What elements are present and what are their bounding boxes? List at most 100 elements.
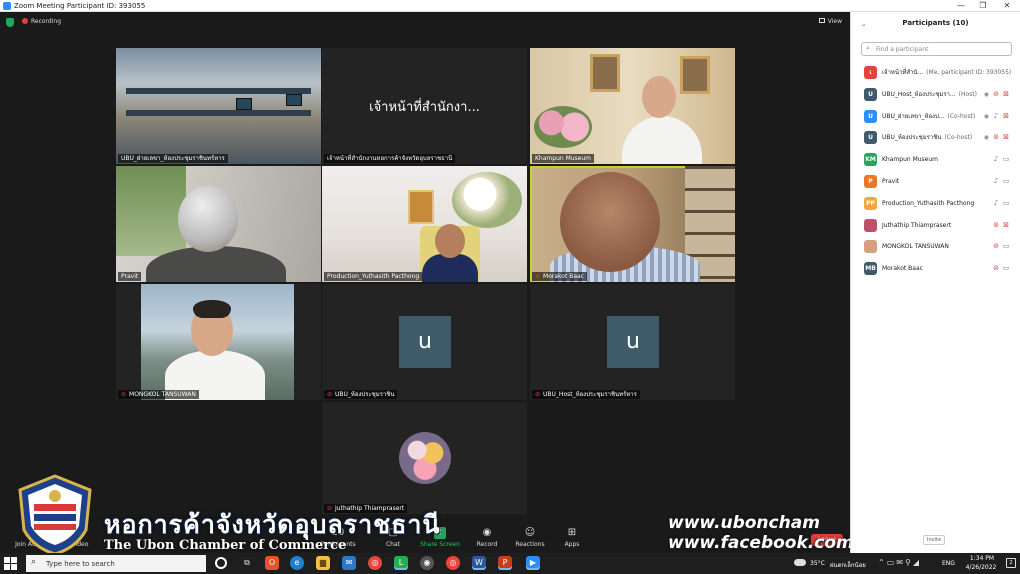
windows-start-icon[interactable]	[4, 557, 18, 570]
edge-browser-icon[interactable]: e	[290, 556, 304, 570]
video-tile-khampun-museum[interactable]: Khampun Museum	[530, 48, 735, 164]
video-tile-juthathip[interactable]: ⊘ Juthathip Thiamprasert	[322, 402, 527, 514]
video-tile-mongkol[interactable]: ⊘ MONGKOL TANSUWAN	[116, 284, 321, 400]
windows-taskbar: ⌕ ⧉ O e ▆ ✉ ◎ L ◉ ◎ W P ▶ 35°C ฝนตกเล็กน…	[0, 553, 1020, 574]
avatar: KM	[864, 153, 877, 167]
participant-search[interactable]: ⌕	[861, 42, 1012, 56]
avatar: เ	[864, 66, 877, 79]
apps-grid-icon: ⊞	[567, 527, 577, 538]
mail-icon[interactable]: ✉	[342, 556, 356, 570]
weather-temperature[interactable]: 35°C	[810, 560, 825, 567]
window-title-bar: Zoom Meeting Participant ID: 393055 — ❐ …	[0, 0, 1020, 12]
tray-system-icons[interactable]: ⌃▭✉⚲◢	[878, 558, 921, 567]
file-explorer-icon[interactable]: ▆	[316, 556, 330, 570]
zoom-taskbar-icon[interactable]: ▶	[526, 556, 540, 570]
participant-status-icons: ◉ ♪ ⊠	[984, 111, 1011, 122]
participant-list-item[interactable]: MONGKOL TANSUWAN ⊘ ▭	[851, 236, 1020, 258]
participant-name-text: UBU_ห้องประชุมราชิน	[882, 134, 942, 142]
weather-condition: ฝนตกเล็กน้อย	[830, 562, 866, 569]
restore-button[interactable]: ❐	[972, 0, 994, 12]
participant-name-label: Khampun Museum	[532, 154, 595, 163]
avatar: u	[607, 316, 659, 368]
participant-name: MONGKOL TANSUWAN	[882, 242, 949, 251]
participant-name: Khampun Museum	[882, 155, 938, 164]
taskbar-search[interactable]: ⌕	[26, 555, 206, 572]
clock-date[interactable]: 4/26/2022	[961, 564, 1001, 571]
input-language[interactable]: ENG	[942, 560, 955, 567]
mic-muted-icon: ⊘	[327, 391, 333, 398]
office-app-icon[interactable]: O	[265, 556, 279, 570]
minimize-button[interactable]: —	[950, 0, 972, 12]
participant-list-item[interactable]: MB Morakot Baac ⊘ ▭	[851, 258, 1020, 280]
chrome-profile-icon[interactable]: ◉	[420, 556, 434, 570]
video-frame-detail	[680, 56, 710, 94]
cortana-icon[interactable]	[215, 557, 227, 569]
mic-muted-icon: ⊘	[121, 391, 127, 398]
gallery-grid-icon	[818, 18, 825, 23]
powerpoint-icon[interactable]: P	[498, 556, 512, 570]
participant-list-item[interactable]: เ เจ้าหน้าที่สำนั... (Me, participant ID: …	[851, 62, 1020, 84]
avatar: U	[864, 131, 877, 145]
mic-muted-icon: ⊘	[993, 264, 999, 273]
clock-time[interactable]: 1:34 PM	[965, 555, 999, 562]
participant-name-text: เจ้าหน้าที่สำนั...	[882, 69, 924, 76]
chrome-icon[interactable]: ◎	[368, 556, 382, 570]
participant-list-item[interactable]: PP Production_Yuthasith Pacthong ♪ ▭	[851, 193, 1020, 215]
view-button[interactable]: View	[818, 17, 842, 27]
video-tile-ubu-host[interactable]: u ⊘ UBU_Host_ห้องประชุมราชินทร์หาร	[530, 284, 735, 400]
participant-name: Morakot Baac	[882, 264, 923, 273]
avatar	[864, 218, 877, 232]
video-tile-pravit[interactable]: Pravit	[116, 166, 321, 282]
search-icon: ⌕	[866, 44, 870, 52]
participant-role: (Host)	[958, 90, 977, 98]
participant-name: Production_Yuthasith Pacthong	[882, 199, 974, 208]
invite-button[interactable]: Invite	[923, 535, 946, 545]
facebook-url: www.facebook.com/	[668, 533, 860, 553]
recording-dot-icon	[22, 18, 28, 24]
participant-list-item[interactable]: U UBU_ห้องประชุมราชิน (Co-host) ◉ ⊘ ⊠	[851, 127, 1020, 149]
video-frame-detail	[236, 98, 252, 110]
participant-list-item[interactable]: P Pravit ♪ ▭	[851, 171, 1020, 193]
participant-name: UBU_ฝ่ายเลขา_ห้องป... (Co-host)	[882, 112, 975, 121]
avatar: P	[864, 174, 877, 188]
video-frame-detail	[286, 94, 302, 106]
participant-status-icons: ⊘ ▭	[991, 241, 1011, 252]
video-frame-detail	[126, 88, 311, 94]
participant-list-item[interactable]: KM Khampun Museum ♪ ▭	[851, 149, 1020, 171]
taskbar-search-input[interactable]	[46, 558, 196, 569]
participant-list-item[interactable]: U UBU_Host_ห้องประชุมรา... (Host) ◉ ⊘ ⊠	[851, 84, 1020, 106]
security-shield-icon[interactable]	[6, 18, 14, 27]
notification-center-icon[interactable]: 2	[1006, 558, 1016, 568]
participant-list-item[interactable]: Juthathip Thiamprasert ⊘ ⊠	[851, 215, 1020, 237]
video-frame-detail	[642, 76, 676, 118]
word-icon[interactable]: W	[472, 556, 486, 570]
chrome-window-icon[interactable]: ◎	[446, 556, 460, 570]
video-tile-ubu-meeting-room[interactable]: u ⊘ UBU_ห้องประชุมราชิน	[322, 284, 527, 400]
video-tile-morakot-active-speaker[interactable]: ⊘ Morakot Baac	[530, 166, 735, 282]
mic-icon: ♪	[993, 155, 999, 164]
participant-list-item[interactable]: U UBU_ฝ่ายเลขา_ห้องป... (Co-host) ◉ ♪ ⊠	[851, 106, 1020, 128]
video-frame-detail	[193, 300, 231, 318]
participant-name: UBU_Host_ห้องประชุมรา... (Host)	[882, 90, 977, 99]
video-tile-ubu-secretary[interactable]: UBU_ฝ่ายเลขา_ห้องประชุมราชินทร์หาร	[116, 48, 321, 164]
line-app-icon[interactable]: L	[394, 556, 408, 570]
participant-name: UBU_ห้องประชุมราชิน (Co-host)	[882, 133, 972, 142]
task-view-icon[interactable]: ⧉	[240, 556, 254, 570]
recording-indicator[interactable]: Recording	[22, 17, 61, 27]
participant-name-text: MONGKOL TANSUWAN	[882, 243, 949, 251]
video-tile-office-staff[interactable]: เจ้าหน้าที่สำนักงา... เจ้าหน้าที่สำนักงา…	[322, 48, 527, 164]
camera-icon: ▭	[1002, 264, 1010, 273]
participant-search-input[interactable]	[876, 44, 1006, 54]
mic-muted-icon: ⊘	[535, 273, 541, 280]
video-frame-detail	[116, 166, 186, 256]
participant-status-icons: ♪ ▭	[991, 154, 1011, 165]
window-title: Zoom Meeting Participant ID: 393055	[14, 2, 146, 10]
mic-muted-icon: ⊘	[993, 133, 999, 142]
participant-status-icons: ♪ ▭	[991, 176, 1011, 187]
video-tile-production[interactable]: Production_Yuthasith Pacthong	[322, 166, 527, 282]
apps-button[interactable]: ⊞ Apps	[542, 527, 602, 548]
participant-name-text: Pravit	[882, 177, 900, 185]
participant-name-text: UBU_Host_ห้องประชุมรา...	[882, 90, 956, 98]
close-button[interactable]: ✕	[996, 0, 1018, 12]
video-frame-detail	[408, 190, 434, 224]
